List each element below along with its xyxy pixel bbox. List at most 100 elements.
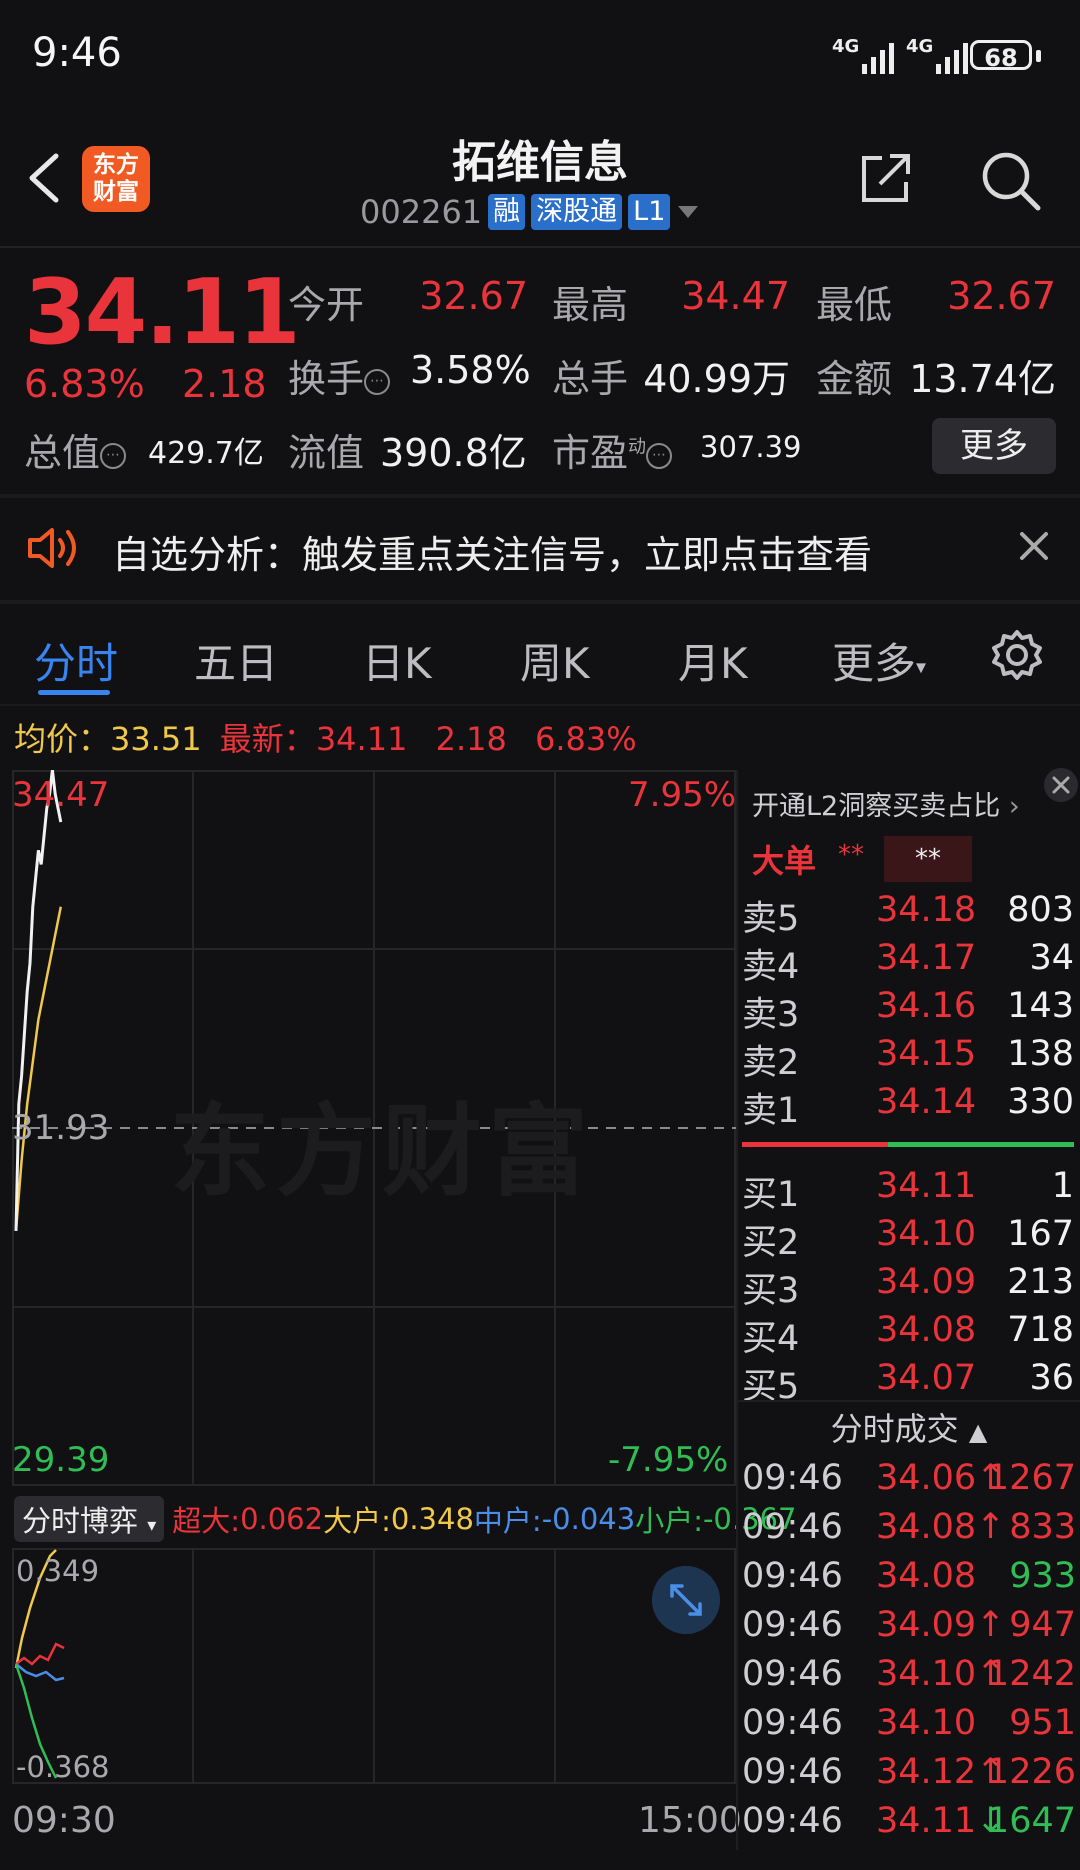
share-icon[interactable] xyxy=(856,148,916,208)
avg-price-line: 均价：33.51 最新：34.11 2.18 6.83% xyxy=(14,714,637,760)
mid-value: -0.043 xyxy=(541,1502,636,1536)
header-divider xyxy=(0,246,1080,248)
ask-volume: 138 xyxy=(1007,1034,1074,1074)
ask-row[interactable]: 卖2 34.15 138 xyxy=(742,1034,1074,1083)
trade-price: 34.10 xyxy=(876,1654,977,1694)
ask-row[interactable]: 卖4 34.17 34 xyxy=(742,938,1074,987)
bid-row[interactable]: 买3 34.09 213 xyxy=(742,1262,1074,1311)
close-icon[interactable] xyxy=(1044,768,1078,802)
tab-day-k[interactable]: 日K xyxy=(362,630,432,691)
bid-row[interactable]: 买4 34.08 718 xyxy=(742,1310,1074,1359)
trades-header[interactable]: 分时成交 ▲ xyxy=(738,1404,1080,1450)
mktcap-value: 429.7亿 xyxy=(148,436,264,471)
big-order-label: 大单 xyxy=(752,842,817,880)
ask-row[interactable]: 卖1 34.14 330 xyxy=(742,1082,1074,1131)
mid-label: 中户: xyxy=(473,1504,542,1538)
ask-label: 卖4 xyxy=(742,947,800,987)
tab-more[interactable]: 更多▾ xyxy=(832,630,926,691)
search-icon[interactable] xyxy=(978,148,1042,212)
flow-axis-high: 0.349 xyxy=(16,1554,100,1588)
trade-row[interactable]: 09:46 34.12 ↑ 1226 xyxy=(742,1752,1076,1800)
close-icon[interactable] xyxy=(1018,530,1050,562)
chart-low-label: 29.39 xyxy=(12,1440,110,1480)
active-tab-indicator xyxy=(38,690,110,695)
bid-price: 34.10 xyxy=(876,1214,977,1254)
bid-label: 买4 xyxy=(742,1319,800,1359)
notice-text[interactable]: 自选分析：触发重点关注信号，立即点击查看 xyxy=(112,524,872,579)
network-label-1: 4G xyxy=(832,36,860,57)
trade-time: 09:46 xyxy=(742,1752,843,1792)
bid-row[interactable]: 买1 34.11 1 xyxy=(742,1166,1074,1215)
big-order-stars: ** xyxy=(838,840,864,870)
status-time: 9:46 xyxy=(32,30,122,76)
time-axis-start: 09:30 xyxy=(12,1800,116,1841)
latest-change: 2.18 xyxy=(435,720,507,758)
pe-label[interactable]: 市盈动 ⋯ xyxy=(552,422,673,477)
turnover-value: 3.58% xyxy=(410,348,531,392)
battery-tip xyxy=(1036,50,1041,62)
bid-price: 34.07 xyxy=(876,1358,977,1398)
settings-gear-icon[interactable] xyxy=(990,628,1044,682)
current-price: 34.11 xyxy=(24,260,301,365)
latest-value: 34.11 xyxy=(315,720,408,758)
high-value: 34.47 xyxy=(681,274,790,318)
tag-level: L1 xyxy=(628,194,671,230)
info-icon[interactable]: ⋯ xyxy=(646,442,673,469)
bid-volume: 167 xyxy=(1007,1214,1074,1254)
trade-volume: 1647 xyxy=(986,1801,1076,1841)
trade-price: 34.12 xyxy=(876,1752,977,1792)
large-label: 大户: xyxy=(323,1504,391,1538)
panel-divider xyxy=(736,770,738,1850)
ask-volume: 330 xyxy=(1007,1082,1074,1122)
trade-price: 34.08 xyxy=(876,1556,977,1596)
turnover-label-text: 换手 xyxy=(288,357,365,401)
ask-row[interactable]: 卖3 34.16 143 xyxy=(742,986,1074,1035)
flow-selector[interactable]: 分时博弈 ▾ xyxy=(14,1496,165,1542)
ask-volume: 143 xyxy=(1007,986,1074,1026)
small-label: 小户: xyxy=(635,1504,703,1538)
expand-icon[interactable] xyxy=(652,1566,720,1634)
trade-row[interactable]: 09:46 34.10 ↑ 1242 xyxy=(742,1654,1076,1702)
trade-row[interactable]: 09:46 34.10 951 xyxy=(742,1703,1076,1751)
tab-five-day[interactable]: 五日 xyxy=(194,630,278,691)
trade-time: 09:46 xyxy=(742,1556,843,1596)
turnover-label[interactable]: 换手 ⋯ xyxy=(288,348,391,403)
ask-row[interactable]: 卖5 34.18 803 xyxy=(742,890,1074,939)
signal-icon-1 xyxy=(862,38,894,74)
capital-flow-chart[interactable] xyxy=(12,1548,736,1784)
tab-month-k[interactable]: 月K xyxy=(678,630,748,691)
bid-row[interactable]: 买2 34.10 167 xyxy=(742,1214,1074,1263)
more-button[interactable]: 更多 xyxy=(932,418,1056,474)
amount-label: 金额 xyxy=(816,357,893,401)
mktcap-label[interactable]: 总值 ⋯ xyxy=(24,422,127,477)
capital-flow-bar: 分时博弈 ▾ 超大: 0.062 大户: 0.348 中户: -0.043 小户: -0… xyxy=(14,1496,796,1542)
caret-down-icon: ▾ xyxy=(147,1515,157,1536)
trade-volume: 1267 xyxy=(986,1458,1076,1498)
bid-row[interactable]: 买5 34.07 36 xyxy=(742,1358,1074,1407)
tab-week-k[interactable]: 周K xyxy=(520,630,590,691)
trade-row[interactable]: 09:46 34.11 ↓ 1647 xyxy=(742,1801,1076,1849)
info-icon[interactable]: ⋯ xyxy=(100,442,127,469)
trade-row[interactable]: 09:46 34.08 933 xyxy=(742,1556,1076,1604)
trade-volume: 1226 xyxy=(986,1752,1076,1792)
trade-volume: 951 xyxy=(1009,1703,1076,1743)
trade-row[interactable]: 09:46 34.06 ↑ 1267 xyxy=(742,1458,1076,1506)
ask-label: 卖5 xyxy=(742,899,800,939)
ask-volume: 803 xyxy=(1007,890,1074,930)
trade-volume: 833 xyxy=(1009,1507,1076,1547)
tab-intraday[interactable]: 分时 xyxy=(34,630,118,691)
trade-row[interactable]: 09:46 34.09 ↑ 947 xyxy=(742,1605,1076,1653)
trade-volume: 1242 xyxy=(986,1654,1076,1694)
info-icon[interactable]: ⋯ xyxy=(364,368,391,395)
ask-label: 卖1 xyxy=(742,1091,800,1131)
pe-label-text: 市盈 xyxy=(552,431,629,475)
trade-row[interactable]: 09:46 34.08 ↑ 833 xyxy=(742,1507,1076,1555)
ask-price: 34.15 xyxy=(876,1034,977,1074)
super-label: 超大: xyxy=(172,1504,241,1538)
ask-price: 34.16 xyxy=(876,986,977,1026)
flow-mid-line xyxy=(15,1663,65,1682)
caret-up-icon: ▲ xyxy=(968,1418,988,1446)
bid-volume: 718 xyxy=(1007,1310,1074,1350)
stock-code-line[interactable]: 002261 融 深股通 L1 xyxy=(360,192,700,232)
l2-promo-link[interactable]: 开通L2洞察买卖占比 › xyxy=(752,784,1020,823)
